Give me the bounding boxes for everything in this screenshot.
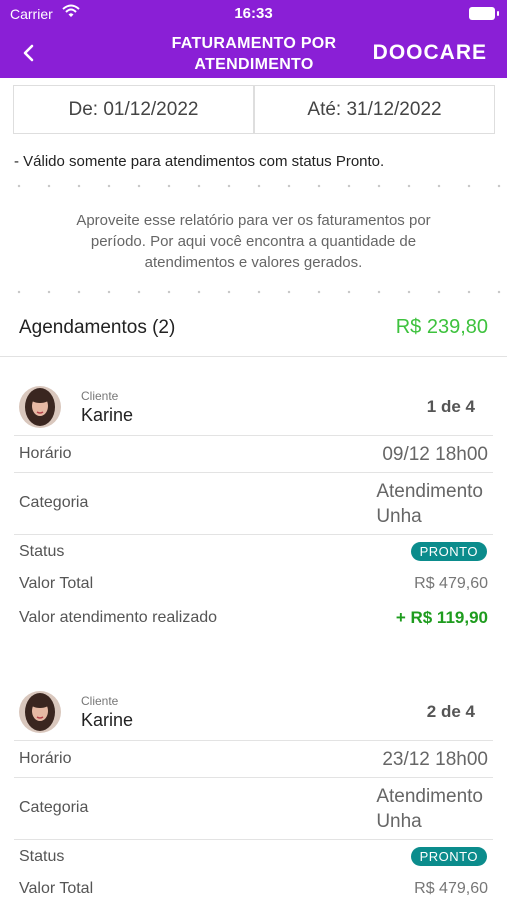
intro-line-3: atendimentos e valores gerados.	[144, 254, 363, 271]
navigation-bar: FATURAMENTO POR ATENDIMENTO DOOCARE	[0, 28, 507, 78]
time-value: 23/12 18h00	[382, 749, 488, 770]
category-value-line-1: Atendimento	[376, 786, 483, 807]
appointment-counter: 2 de 4	[426, 702, 475, 721]
status-row: Status PRONTO	[14, 839, 493, 873]
category-value-line-2: Unha	[376, 506, 422, 527]
category-row: Categoria Atendimento Unha	[14, 472, 493, 534]
date-from-button[interactable]: De: 01/12/2022	[14, 86, 253, 133]
appointments-summary: Agendamentos (2) R$ 239,80	[0, 305, 507, 357]
time-row: Horário 09/12 18h00	[14, 435, 493, 472]
intro-text: Aproveite esse relatório para ver os fat…	[30, 210, 477, 273]
avatar	[19, 691, 61, 733]
intro-line-1: Aproveite esse relatório para ver os fat…	[76, 212, 431, 229]
page-title-line-2: ATENDIMENTO	[194, 56, 314, 73]
status-bar: Carrier 16:33	[0, 0, 507, 28]
total-label: Valor Total	[19, 880, 94, 897]
category-value: Atendimento Unha	[376, 479, 483, 529]
intro-line-2: período. Por aqui você encontra a quanti…	[90, 233, 417, 250]
status-note: - Válido somente para atendimentos com s…	[14, 153, 385, 170]
time-label: Horário	[19, 750, 72, 767]
client-caption: Cliente	[81, 389, 119, 403]
chevron-left-icon	[23, 44, 34, 62]
date-to-button[interactable]: Até: 31/12/2022	[253, 86, 494, 133]
time-row: Horário 23/12 18h00	[14, 740, 493, 777]
appointments-count: Agendamentos (2)	[19, 317, 176, 338]
realized-label: Valor atendimento realizado	[19, 609, 218, 626]
category-label: Categoria	[19, 799, 89, 816]
total-row: Valor Total R$ 479,60	[14, 873, 493, 900]
category-row: Categoria Atendimento Unha	[14, 777, 493, 839]
category-value-line-1: Atendimento	[376, 481, 483, 502]
client-header: Cliente Karine 1 de 4	[0, 380, 507, 435]
category-value-line-2: Unha	[376, 811, 422, 832]
category-label: Categoria	[19, 494, 89, 511]
total-label: Valor Total	[19, 575, 94, 592]
appointments-total: R$ 239,80	[395, 316, 488, 338]
client-name: Karine	[81, 710, 134, 730]
dotted-divider	[0, 184, 507, 188]
appointment-counter: 1 de 4	[426, 397, 475, 416]
status-label: Status	[19, 543, 65, 560]
time-label: Horário	[19, 445, 72, 462]
brand-logo: DOOCARE	[372, 41, 487, 64]
clock: 16:33	[234, 5, 273, 22]
category-value: Atendimento Unha	[376, 784, 483, 834]
status-label: Status	[19, 848, 65, 865]
status-row: Status PRONTO	[14, 534, 493, 568]
status-badge: PRONTO	[410, 542, 487, 561]
battery-icon	[469, 7, 499, 20]
time-value: 09/12 18h00	[382, 444, 488, 465]
appointment-card[interactable]: Cliente Karine 1 de 4 Horário 09/12 18h0…	[0, 380, 507, 636]
client-header: Cliente Karine 2 de 4	[0, 685, 507, 740]
page-title-line-1: FATURAMENTO POR	[171, 35, 337, 52]
realized-value: + R$ 119,90	[395, 608, 488, 627]
client-name: Karine	[81, 405, 134, 425]
avatar	[19, 386, 61, 428]
back-button[interactable]	[14, 38, 44, 68]
total-value: R$ 479,60	[414, 575, 488, 592]
total-row: Valor Total R$ 479,60	[14, 568, 493, 602]
appointment-card[interactable]: Cliente Karine 2 de 4 Horário 23/12 18h0…	[0, 685, 507, 900]
date-range-filter: De: 01/12/2022 Até: 31/12/2022	[13, 85, 495, 134]
page-title: FATURAMENTO POR ATENDIMENTO	[150, 33, 358, 75]
client-caption: Cliente	[81, 694, 119, 708]
status-badge: PRONTO	[410, 847, 487, 866]
dotted-divider	[0, 290, 507, 294]
total-value: R$ 479,60	[414, 880, 488, 897]
realized-row: Valor atendimento realizado + R$ 119,90	[14, 602, 493, 636]
